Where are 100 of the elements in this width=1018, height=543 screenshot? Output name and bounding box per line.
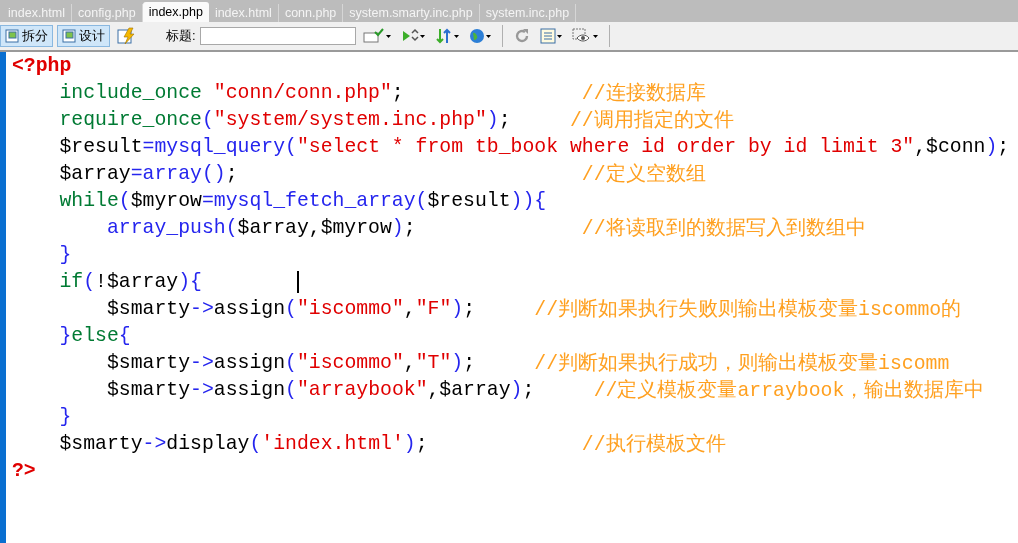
code-text: ; <box>403 216 416 239</box>
up-down-arrows-icon <box>434 28 453 44</box>
code-comment: //判断如果执行失败则输出模板变量iscommo的 <box>534 297 962 322</box>
code-text: assign <box>213 297 286 320</box>
code-text: $result <box>59 135 143 158</box>
code-text: $smarty <box>106 351 191 374</box>
play-arrows-icon <box>400 28 419 44</box>
code-text: ; <box>463 297 475 320</box>
code-string: "T" <box>415 351 452 374</box>
dropdown-caret-icon <box>419 34 425 38</box>
code-comment: //判断如果执行成功，则输出模板变量iscomm <box>534 351 950 376</box>
code-comment: //定义模板变量arraybook，输出数据库中 <box>593 378 985 403</box>
code-text: ) <box>486 108 499 131</box>
code-text: ){ <box>178 270 202 293</box>
code-keyword: include_once <box>59 81 202 104</box>
code-text: !$array <box>95 270 179 293</box>
code-text: =array() <box>130 162 226 185</box>
code-text: ) <box>451 351 464 374</box>
code-keyword: if <box>59 270 84 293</box>
code-text: ; <box>463 351 475 374</box>
code-string: "F" <box>415 297 452 320</box>
code-text: ; <box>225 162 238 185</box>
code-text: $array,$myrow <box>237 216 392 239</box>
code-text: ) <box>985 135 998 158</box>
code-keyword: while <box>59 189 119 212</box>
code-comment: //执行模板文件 <box>581 432 726 457</box>
code-text: -> <box>142 432 167 455</box>
code-text: ) <box>391 216 404 239</box>
code-string: "system/system.inc.php" <box>213 108 487 131</box>
code-text: ; <box>997 135 1010 158</box>
code-text: ,$conn <box>914 135 986 158</box>
code-text: } <box>59 243 72 266</box>
title-field[interactable] <box>199 27 356 45</box>
code-text: $smarty <box>106 297 191 320</box>
code-text: ; <box>415 432 428 455</box>
code-text: , <box>403 351 416 374</box>
code-text: )){ <box>510 189 547 212</box>
code-comment: //将读取到的数据写入到数组中 <box>581 216 866 241</box>
code-text: assign <box>213 378 286 401</box>
code-text: <?php <box>12 54 72 77</box>
code-text: ; <box>498 108 511 131</box>
design-view-button[interactable]: 设计 <box>57 25 110 47</box>
code-text: -> <box>190 378 214 401</box>
dropdown-caret-icon <box>592 34 598 38</box>
lightning-icon <box>117 27 137 45</box>
code-string: "arraybook" <box>296 378 428 401</box>
code-text: -> <box>190 297 214 320</box>
code-text: assign <box>213 351 286 374</box>
code-text: } <box>59 405 72 428</box>
code-text: =mysql_fetch_array( <box>201 189 428 212</box>
code-comment: //连接数据库 <box>581 81 706 106</box>
code-text: $result <box>427 189 511 212</box>
code-text: $array <box>59 162 131 185</box>
code-text: ; <box>391 81 404 104</box>
code-text: ) <box>510 378 523 401</box>
code-string: "conn/conn.php" <box>212 81 392 104</box>
dropdown-caret-icon <box>485 34 491 38</box>
code-text: ) <box>451 297 464 320</box>
code-text: ( <box>249 432 262 455</box>
code-text: display <box>166 432 250 455</box>
window-icon <box>62 29 76 43</box>
list-icon <box>539 28 556 44</box>
code-text: -> <box>190 351 214 374</box>
code-text: { <box>118 324 131 347</box>
code-text: ( <box>83 270 96 293</box>
dropdown-caret-icon <box>385 34 391 38</box>
code-text: ; <box>522 378 535 401</box>
code-keyword: require_once <box>59 108 202 131</box>
code-text: $smarty <box>106 378 191 401</box>
code-text: ( <box>285 351 297 374</box>
code-string: "select * from tb_book where id order by id limit 3" <box>296 135 915 158</box>
eye-icon <box>571 28 592 44</box>
code-text: ( <box>201 108 214 131</box>
code-comment: //调用指定的文件 <box>569 108 734 133</box>
code-text: , <box>403 297 416 320</box>
refresh-icon <box>513 28 530 44</box>
code-text: ( <box>118 189 131 212</box>
file-tab[interactable]: index.php <box>142 2 209 22</box>
code-text: ( <box>285 378 297 401</box>
code-comment: //定义空数组 <box>581 162 706 187</box>
code-text: $smarty <box>59 432 143 455</box>
code-check-icon <box>362 28 385 44</box>
window-icon <box>5 29 19 43</box>
dropdown-caret-icon <box>556 34 562 38</box>
dropdown-caret-icon <box>453 34 459 38</box>
code-text: ( <box>285 297 297 320</box>
code-string: "iscommo" <box>296 351 404 374</box>
globe-icon <box>468 28 485 44</box>
code-text: ,$array <box>427 378 511 401</box>
code-string: "iscommo" <box>296 297 404 320</box>
code-text: array_push( <box>106 216 238 239</box>
title-label: 标题: <box>166 27 196 45</box>
code-text: ) <box>403 432 416 455</box>
split-view-button[interactable]: 拆分 <box>0 25 53 47</box>
code-keyword: else <box>71 324 119 347</box>
code-text: } <box>59 324 72 347</box>
code-text: ?> <box>12 459 36 482</box>
code-text: $myrow <box>130 189 202 212</box>
code-text: =mysql_query( <box>142 135 297 158</box>
code-string: 'index.html' <box>261 432 404 455</box>
